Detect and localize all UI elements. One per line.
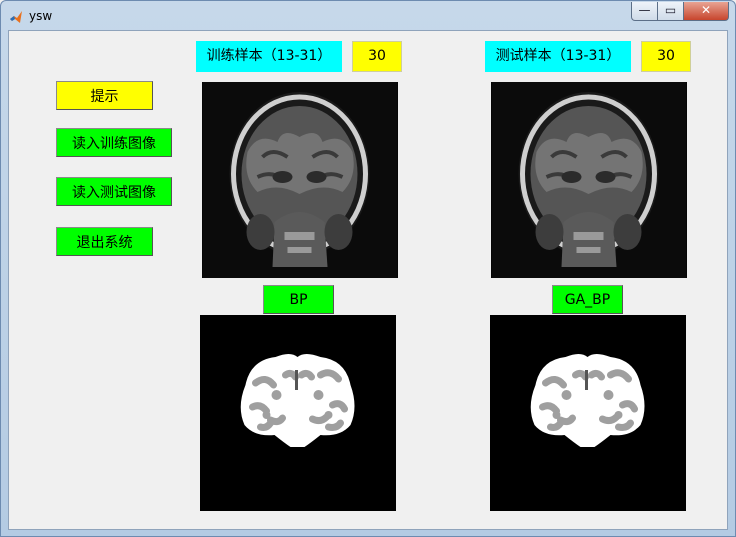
minimize-icon: — (638, 3, 651, 17)
exit-button[interactable]: 退出系统 (56, 227, 153, 256)
load-test-button[interactable]: 读入测试图像 (56, 177, 172, 206)
figure-area: 提示 读入训练图像 读入测试图像 退出系统 训练样本（13-31） 30 测试样… (8, 30, 728, 530)
maximize-button[interactable]: ▭ (657, 2, 684, 21)
ga-bp-segmentation-image (490, 315, 686, 511)
train-sample-value[interactable]: 30 (352, 41, 402, 72)
ga-bp-result-axes (490, 315, 686, 511)
close-icon: ✕ (700, 3, 712, 17)
app-window: ysw — ▭ ✕ 提示 读入训练图像 读入测试图像 退出系统 训练样本（13-… (0, 0, 736, 537)
title-bar[interactable]: ysw — ▭ ✕ (1, 1, 735, 31)
window-title: ysw (29, 9, 53, 23)
test-image-axes (491, 82, 687, 278)
minimize-button[interactable]: — (631, 2, 658, 21)
mri-test-image (491, 82, 687, 278)
matlab-icon (9, 9, 23, 23)
load-train-button[interactable]: 读入训练图像 (56, 128, 172, 157)
close-button[interactable]: ✕ (683, 2, 729, 21)
hint-button[interactable]: 提示 (56, 81, 153, 110)
train-image-axes (202, 82, 398, 278)
bp-segmentation-image (200, 315, 396, 511)
bp-button[interactable]: BP (263, 285, 334, 314)
ga-bp-button[interactable]: GA_BP (552, 285, 623, 314)
train-sample-label: 训练样本（13-31） (196, 41, 342, 72)
maximize-icon: ▭ (664, 3, 677, 17)
bp-result-axes (200, 315, 396, 511)
mri-train-image (202, 82, 398, 278)
test-sample-value[interactable]: 30 (641, 41, 691, 72)
test-sample-label: 测试样本（13-31） (485, 41, 631, 72)
